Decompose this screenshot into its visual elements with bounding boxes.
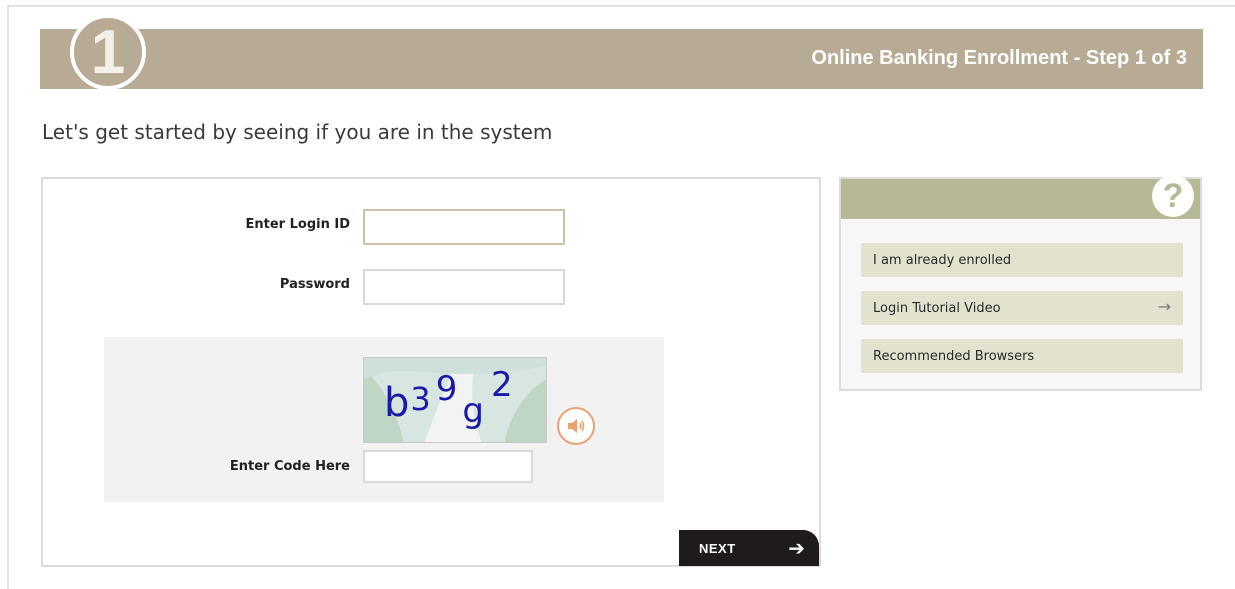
password-label: Password bbox=[279, 277, 350, 292]
help-panel: ? I am already enrolled Login Tutorial V… bbox=[839, 175, 1202, 391]
frame-top-border bbox=[7, 5, 1235, 7]
help-link-recommended-browsers[interactable]: Recommended Browsers bbox=[861, 339, 1183, 373]
password-input[interactable] bbox=[363, 269, 565, 305]
help-link-label: Recommended Browsers bbox=[873, 348, 1035, 364]
captcha-char: 3 bbox=[410, 380, 432, 418]
captcha-code-label: Enter Code Here bbox=[229, 459, 350, 474]
speaker-icon bbox=[568, 419, 585, 433]
help-panel-header bbox=[841, 179, 1200, 219]
help-link-already-enrolled[interactable]: I am already enrolled bbox=[861, 243, 1183, 277]
captcha-char: g bbox=[462, 391, 485, 431]
captcha-image: b3 9g2 bbox=[363, 357, 547, 443]
captcha-char: b bbox=[384, 380, 411, 426]
page-heading: Let's get started by seeing if you are i… bbox=[42, 120, 553, 144]
help-link-label: Login Tutorial Video bbox=[873, 300, 1001, 316]
login-id-input[interactable] bbox=[363, 209, 565, 245]
next-button-label: NEXT bbox=[699, 540, 736, 556]
question-icon[interactable]: ? bbox=[1152, 175, 1194, 217]
arrow-right-icon: → bbox=[1157, 297, 1171, 316]
captcha-char: 9 bbox=[435, 369, 459, 409]
captcha-text: b3 9g2 bbox=[384, 365, 514, 431]
help-link-label: I am already enrolled bbox=[873, 252, 1012, 268]
frame-left-border bbox=[7, 5, 9, 589]
arrow-right-icon: ➔ bbox=[788, 536, 805, 560]
step-number: 1 bbox=[90, 18, 126, 87]
captcha-audio-button[interactable] bbox=[557, 407, 595, 445]
next-button[interactable]: NEXT ➔ bbox=[679, 530, 819, 566]
help-link-login-tutorial-video[interactable]: Login Tutorial Video → bbox=[861, 291, 1183, 325]
captcha-code-input[interactable] bbox=[363, 450, 533, 483]
captcha-char: 2 bbox=[490, 365, 514, 405]
login-id-label: Enter Login ID bbox=[245, 217, 351, 232]
banner-title: Online Banking Enrollment - Step 1 of 3 bbox=[811, 47, 1187, 69]
step-number-badge: 1 bbox=[70, 14, 146, 90]
